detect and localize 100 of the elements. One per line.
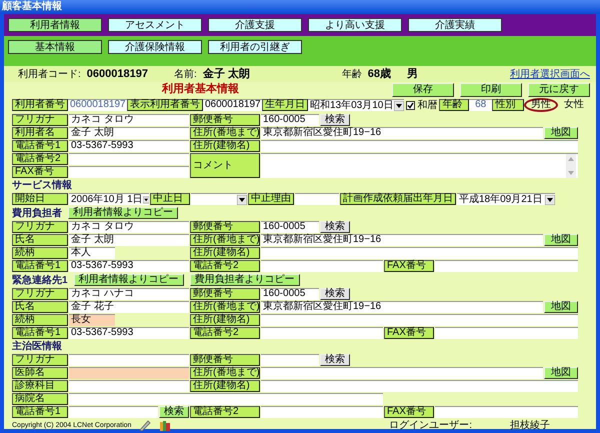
input-field[interactable]: 160-0005 (261, 114, 319, 126)
nav-tab[interactable]: アセスメント (108, 18, 202, 32)
map-button[interactable]: 地図 (544, 367, 578, 379)
input-field[interactable] (69, 406, 158, 418)
field-label: FAX番号 (12, 166, 68, 178)
caret-icon[interactable] (237, 194, 247, 204)
input-field[interactable]: 長女 (69, 314, 115, 326)
user-select-link[interactable]: 利用者選択画面へ (510, 68, 590, 80)
input-field[interactable]: 金子 花子 (69, 301, 189, 313)
field-label: 中止日 (150, 193, 190, 205)
copy-button[interactable]: 利用者情報よりコピー (68, 207, 178, 219)
input-field[interactable] (69, 393, 383, 405)
input-field[interactable]: 03-5367-5993 (69, 140, 189, 152)
input-field[interactable]: 東京都新宿区愛住町19−16 (261, 127, 543, 139)
action-button[interactable]: 保存 (392, 82, 454, 96)
field-label: 電話番号1 (12, 260, 68, 272)
input-field[interactable]: カネコ ハナコ (69, 288, 189, 300)
input-field[interactable]: 0600018197 (203, 99, 262, 111)
sub-tab[interactable]: 利用者の引継ぎ (208, 40, 302, 54)
input-field[interactable]: 東京都新宿区愛住町19−16 (261, 301, 543, 313)
input-field[interactable]: 160-0005 (261, 221, 319, 233)
action-button[interactable]: 元に戻す (528, 82, 590, 96)
field-label: 生年月日 (262, 99, 308, 111)
pen-icon[interactable] (139, 420, 152, 431)
field-label: 住所(番地まで) (190, 127, 260, 139)
user-code: 0600018197 (86, 68, 148, 80)
scrollbar-drawing[interactable] (566, 154, 576, 178)
input-field[interactable] (261, 140, 578, 152)
section-heading: 主治医情報 (12, 341, 63, 352)
date-dropdown[interactable]: 平成18年09月21日 (457, 193, 555, 205)
input-field[interactable] (261, 380, 578, 392)
login-label: ログインユーザー: (389, 420, 472, 431)
nav-tab[interactable]: 利用者情報 (8, 18, 102, 32)
books-icon[interactable] (159, 420, 172, 431)
field-label: 利用者名 (12, 127, 68, 139)
field-label: 表示利用者番号 (127, 99, 203, 111)
input-field[interactable] (261, 367, 543, 379)
input-field[interactable] (261, 260, 383, 272)
input-field[interactable] (435, 327, 578, 339)
caret-icon[interactable] (545, 194, 555, 204)
input-field[interactable]: 03-5367-5993 (69, 327, 189, 339)
nav-tab[interactable]: 介護実績 (408, 18, 502, 32)
date-dropdown[interactable]: 2006年10月 1日 (69, 193, 149, 205)
comment-field[interactable] (261, 153, 578, 178)
input-field[interactable]: カネコ タロウ (69, 114, 189, 126)
field-label: 中止理由 (248, 193, 294, 205)
radio-option[interactable]: 男性 (524, 98, 558, 112)
map-button[interactable]: 地図 (544, 301, 578, 313)
input-field[interactable] (69, 166, 189, 178)
window-title: 顧客基本情報 (0, 0, 600, 14)
sub-tab[interactable]: 介護保険情報 (108, 40, 202, 54)
caret-icon[interactable] (394, 100, 404, 110)
input-field[interactable] (69, 153, 189, 165)
input-field[interactable]: 金子 太朗 (69, 234, 189, 246)
input-field[interactable]: 金子 太朗 (69, 127, 189, 139)
input-field[interactable] (435, 260, 578, 272)
search-button[interactable]: 検索 (159, 406, 189, 418)
search-button[interactable]: 検索 (320, 288, 350, 300)
search-button[interactable]: 検索 (320, 354, 350, 366)
search-button[interactable]: 検索 (320, 114, 350, 126)
field-label: 計画作成依頼届出年月日 (340, 193, 456, 205)
input-field[interactable]: カネコ タロウ (69, 221, 189, 233)
input-field[interactable]: 本人 (69, 247, 115, 259)
radio-option[interactable]: 女性 (558, 99, 590, 111)
field-label: 氏名 (12, 301, 68, 313)
search-button[interactable]: 検索 (320, 221, 350, 233)
nav-tab[interactable]: より高い支援 (308, 18, 402, 32)
input-field[interactable]: 東京都新宿区愛住町19−16 (261, 234, 543, 246)
input-field[interactable] (69, 354, 189, 366)
input-field[interactable]: 160-0005 (261, 288, 319, 300)
input-field[interactable] (69, 380, 189, 392)
input-field[interactable] (261, 247, 578, 259)
sub-tab[interactable]: 基本情報 (8, 40, 102, 54)
map-button[interactable]: 地図 (544, 127, 578, 139)
section-title: 利用者基本情報 (162, 84, 239, 95)
map-button[interactable]: 地図 (544, 234, 578, 246)
copy-button[interactable]: 費用負担者よりコピー (190, 274, 300, 286)
input-field[interactable] (261, 314, 578, 326)
field-label: 氏名 (12, 234, 68, 246)
nav-tab[interactable]: 介護支援 (208, 18, 302, 32)
input-field[interactable]: 0600018197 (68, 99, 127, 111)
input-field[interactable] (261, 406, 383, 418)
field-label: 住所(番地まで) (190, 367, 260, 379)
checked-checkbox[interactable] (406, 100, 416, 110)
date-dropdown[interactable]: 昭和13年03月10日 (308, 99, 404, 111)
field-label: 続柄 (12, 314, 68, 326)
input-field[interactable] (261, 354, 319, 366)
input-field[interactable]: 03-5367-5993 (69, 260, 189, 272)
field-label: 電話番号1 (12, 406, 68, 418)
code-label: 利用者コード: (18, 68, 81, 80)
action-button[interactable]: 印刷 (460, 82, 522, 96)
field-label: 利用者番号 (12, 99, 68, 111)
input-field[interactable]: 68 (468, 99, 492, 111)
field-label: 住所(建物名) (190, 140, 260, 152)
input-field[interactable] (295, 193, 339, 205)
caret-icon[interactable] (142, 194, 149, 204)
copy-button[interactable]: 利用者情報よりコピー (74, 274, 184, 286)
input-field[interactable] (69, 367, 189, 379)
input-field[interactable] (261, 327, 383, 339)
input-field[interactable] (435, 406, 578, 418)
